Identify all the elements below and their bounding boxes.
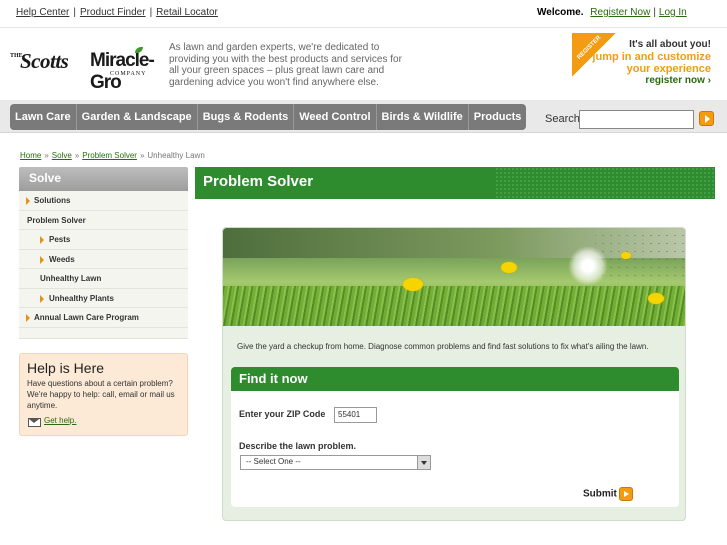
find-it-now-form: Find it now Enter your ZIP Code 55401 De… xyxy=(231,367,679,507)
problem-select-value: -- Select One -- xyxy=(246,457,301,466)
lawn-hero-image xyxy=(223,228,685,326)
mail-icon xyxy=(28,418,41,427)
nav-garden-landscape[interactable]: Garden & Landscape xyxy=(77,104,198,130)
search-label: Search xyxy=(545,113,580,125)
chevron-right-icon xyxy=(40,294,44,303)
sidebar-spacer xyxy=(19,327,188,339)
nav-lawn-care[interactable]: Lawn Care xyxy=(10,104,77,130)
product-finder-link[interactable]: Product Finder xyxy=(80,7,146,18)
help-text: Have questions about a certain problem? … xyxy=(27,379,175,410)
dandelion-flower xyxy=(501,262,517,273)
page-title-bar: Problem Solver xyxy=(195,167,715,199)
zip-input[interactable]: 55401 xyxy=(334,407,377,423)
chevron-right-icon xyxy=(26,314,30,322)
promo-register-link[interactable]: register now › xyxy=(645,75,711,86)
dandelion-flower xyxy=(621,252,631,259)
intro-text: Give the yard a checkup from home. Diagn… xyxy=(237,342,649,351)
help-center-link[interactable]: Help Center xyxy=(16,7,69,18)
register-link[interactable]: Register Now xyxy=(590,7,650,18)
promo-line-1: It's all about you! xyxy=(629,39,711,50)
main-nav: Lawn Care Garden & Landscape Bugs & Rode… xyxy=(10,104,527,130)
sidebar: Solve Solutions Problem Solver Pests Wee… xyxy=(19,167,188,339)
get-help-link[interactable]: Get help. xyxy=(44,416,76,425)
welcome-text: Welcome. xyxy=(537,7,584,18)
title-bar-pattern xyxy=(495,167,715,199)
register-promo-banner[interactable]: REGISTER It's all about you! jump in and… xyxy=(572,33,717,90)
sidebar-item-pests[interactable]: Pests xyxy=(19,230,188,250)
logo-scotts: Scotts xyxy=(20,49,69,73)
zip-label: Enter your ZIP Code xyxy=(239,409,326,419)
dandelion-puff xyxy=(568,246,608,286)
sidebar-item-weeds[interactable]: Weeds xyxy=(19,249,188,269)
retail-locator-link[interactable]: Retail Locator xyxy=(156,7,218,18)
sidebar-item-solutions[interactable]: Solutions xyxy=(19,191,188,211)
breadcrumb-current: Unhealthy Lawn xyxy=(147,151,205,160)
sidebar-heading: Solve xyxy=(19,167,188,191)
chevron-down-icon[interactable] xyxy=(417,456,430,469)
chevron-right-icon xyxy=(40,255,44,264)
main-nav-bar: Lawn Care Garden & Landscape Bugs & Rode… xyxy=(0,100,727,133)
sidebar-item-unhealthy-lawn[interactable]: Unhealthy Lawn xyxy=(19,269,188,289)
sidebar-item-annual-program[interactable]: Annual Lawn Care Program xyxy=(19,308,188,328)
promo-line-2: jump in and customize your experience xyxy=(592,51,711,75)
help-title: Help is Here xyxy=(27,360,105,376)
search-go-icon[interactable] xyxy=(699,111,714,126)
dandelion-flower xyxy=(648,293,664,304)
sidebar-item-unhealthy-plants[interactable]: Unhealthy Plants xyxy=(19,288,188,308)
account-links: Welcome. Register Now | Log In xyxy=(537,7,687,18)
breadcrumb-solve[interactable]: Solve xyxy=(52,151,72,160)
find-it-now-heading: Find it now xyxy=(231,367,679,391)
login-link[interactable]: Log In xyxy=(659,7,687,18)
utility-links: Help Center | Product Finder | Retail Locato… xyxy=(16,7,218,18)
problem-solver-panel: Give the yard a checkup from home. Diagn… xyxy=(222,227,686,521)
breadcrumb: Home» Solve» Problem Solver» Unhealthy Lawn xyxy=(20,151,205,160)
breadcrumb-problem-solver[interactable]: Problem Solver xyxy=(82,151,137,160)
hero-fence xyxy=(595,228,685,283)
problem-select[interactable]: -- Select One -- xyxy=(240,455,431,470)
utility-bar: Help Center | Product Finder | Retail Locato… xyxy=(0,0,727,26)
submit-label: Submit xyxy=(583,488,617,500)
tagline: As lawn and garden experts, we're dedica… xyxy=(169,42,402,88)
arrow-right-icon xyxy=(618,487,633,501)
hero-grass xyxy=(223,286,685,326)
chevron-right-icon xyxy=(40,236,44,244)
sidebar-item-problem-solver[interactable]: Problem Solver xyxy=(19,210,188,230)
nav-birds-wildlife[interactable]: Birds & Wildlife xyxy=(377,104,469,130)
logo-company: COMPANY xyxy=(110,71,147,77)
search-input[interactable] xyxy=(579,110,694,129)
dandelion-flower xyxy=(403,278,423,291)
nav-bugs-rodents[interactable]: Bugs & Rodents xyxy=(198,104,295,130)
nav-products[interactable]: Products xyxy=(469,104,527,130)
chevron-right-icon xyxy=(26,197,30,205)
nav-weed-control[interactable]: Weed Control xyxy=(294,104,377,130)
page-title: Problem Solver xyxy=(203,173,314,190)
help-box: Help is Here Have questions about a cert… xyxy=(19,353,188,436)
scotts-miracle-gro-logo[interactable]: THE Scotts Miracle-Gro COMPANY xyxy=(10,47,160,93)
problem-label: Describe the lawn problem. xyxy=(239,441,357,451)
breadcrumb-home[interactable]: Home xyxy=(20,151,41,160)
submit-button[interactable]: Submit xyxy=(583,487,633,501)
site-header: THE Scotts Miracle-Gro COMPANY As lawn a… xyxy=(0,27,727,97)
